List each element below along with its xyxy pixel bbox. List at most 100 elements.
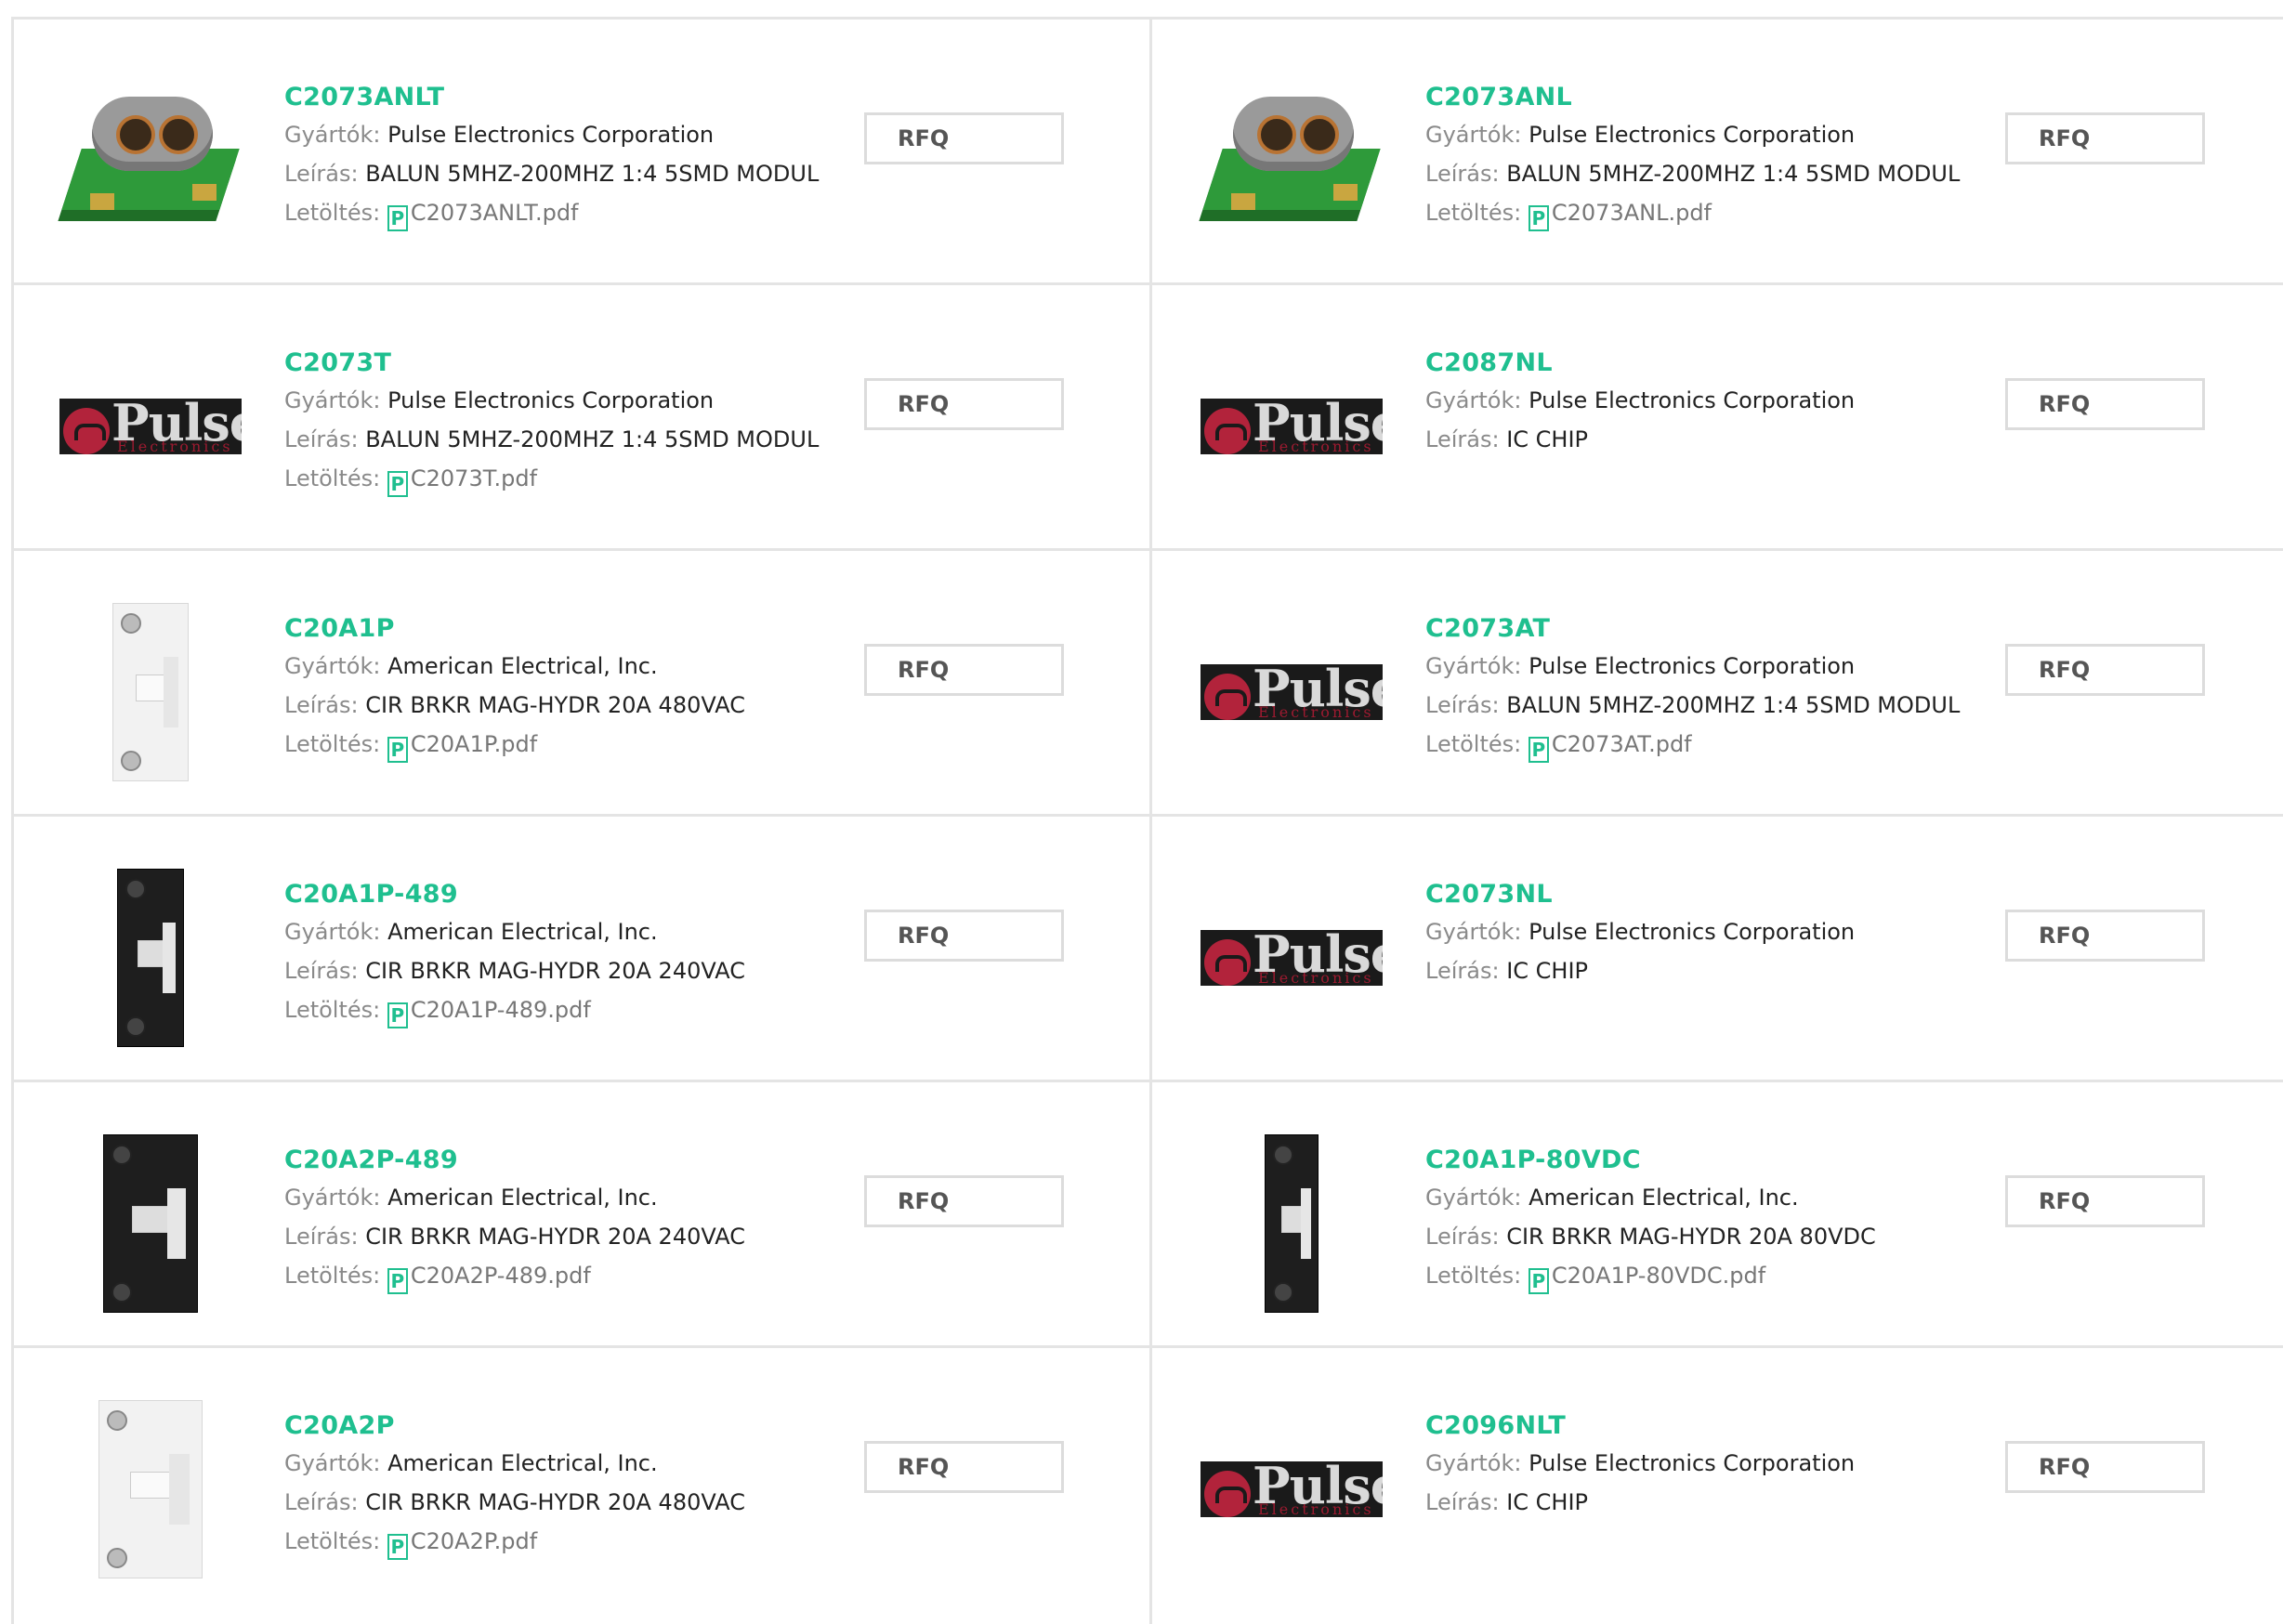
manufacturer-label: Gyártók: [284, 1450, 388, 1476]
rfq-button[interactable]: RFQ [864, 1175, 1064, 1227]
product-name-link[interactable]: C20A2P-489 [284, 1146, 458, 1174]
row-divider [11, 814, 2283, 817]
manufacturer-line: Gyártók: Pulse Electronics Corporation [1425, 919, 1855, 945]
rfq-button[interactable]: RFQ [2005, 378, 2205, 430]
datasheet-download-link[interactable]: P C2073ANLT.pdf [387, 200, 579, 231]
datasheet-download-link[interactable]: P C20A2P-489.pdf [387, 1263, 591, 1294]
description-value: CIR BRKR MAG-HYDR 20A 480VAC [365, 1489, 745, 1515]
rfq-button[interactable]: RFQ [864, 1441, 1064, 1493]
product-name-link[interactable]: C2087NL [1425, 348, 1553, 377]
manufacturer-value: Pulse Electronics Corporation [387, 387, 715, 413]
download-line: Letöltés: P C2073ANLT.pdf [284, 200, 579, 231]
description-value: BALUN 5MHZ-200MHZ 1:4 5SMD MODUL [365, 426, 820, 452]
description-value: BALUN 5MHZ-200MHZ 1:4 5SMD MODUL [1506, 161, 1961, 187]
description-label: Leírás: [284, 1224, 366, 1250]
manufacturer-value: Pulse Electronics Corporation [387, 122, 715, 148]
product-thumbnail[interactable] [1199, 1131, 1384, 1316]
description-line: Leírás: BALUN 5MHZ-200MHZ 1:4 5SMD MODUL [1425, 692, 1960, 718]
datasheet-filename: C20A2P.pdf [410, 1528, 538, 1554]
download-label: Letöltés: [1425, 731, 1529, 757]
datasheet-filename: C2073ANL.pdf [1551, 200, 1712, 226]
manufacturer-line: Gyártók: Pulse Electronics Corporation [1425, 1450, 1855, 1476]
product-name-link[interactable]: C20A1P [284, 614, 395, 643]
balun-part [1257, 115, 1296, 154]
product-thumbnail[interactable]: PulseElectronics [58, 334, 243, 519]
product-thumbnail[interactable] [58, 68, 243, 254]
rfq-button[interactable]: RFQ [864, 378, 1064, 430]
manufacturer-label: Gyártók: [284, 919, 388, 945]
product-thumbnail[interactable] [58, 1131, 243, 1316]
product-name-link[interactable]: C20A2P [284, 1411, 395, 1440]
manufacturer-label: Gyártók: [1425, 122, 1529, 148]
breaker-terminal [121, 613, 141, 634]
description-line: Leírás: CIR BRKR MAG-HYDR 20A 240VAC [284, 1224, 745, 1250]
manufacturer-line: Gyártók: American Electrical, Inc. [1425, 1185, 1799, 1211]
product-name-link[interactable]: C2073ANLT [284, 83, 444, 111]
rfq-button[interactable]: RFQ [2005, 112, 2205, 164]
product-name-link[interactable]: C2073T [284, 348, 391, 377]
download-line: Letöltés: P C20A2P.pdf [284, 1528, 537, 1560]
manufacturer-line: Gyártók: Pulse Electronics Corporation [284, 387, 714, 413]
product-thumbnail[interactable]: PulseElectronics [1199, 334, 1384, 519]
product-thumbnail[interactable] [1199, 68, 1384, 254]
rfq-button[interactable]: RFQ [864, 112, 1064, 164]
description-label: Leírás: [1425, 426, 1507, 452]
product-name-link[interactable]: C2073NL [1425, 880, 1553, 909]
datasheet-download-link[interactable]: P C2073AT.pdf [1528, 731, 1692, 763]
manufacturer-value: American Electrical, Inc. [1529, 1185, 1799, 1211]
download-label: Letöltés: [1425, 1263, 1529, 1289]
download-line: Letöltés: P C20A1P-489.pdf [284, 997, 591, 1028]
logo-subtext: Electronics [1258, 438, 1374, 454]
product-name-link[interactable]: C20A1P-489 [284, 880, 458, 909]
datasheet-download-link[interactable]: P C20A1P.pdf [387, 731, 537, 763]
manufacturer-label: Gyártók: [284, 653, 388, 679]
product-card: C20A1P-489 Gyártók: American Electrical, … [11, 817, 1149, 1080]
datasheet-download-link[interactable]: P C2073T.pdf [387, 465, 537, 497]
product-thumbnail[interactable]: PulseElectronics [1199, 1396, 1384, 1582]
rfq-button[interactable]: RFQ [2005, 910, 2205, 962]
rfq-button[interactable]: RFQ [2005, 1175, 2205, 1227]
datasheet-download-link[interactable]: P C20A1P-489.pdf [387, 997, 591, 1028]
download-label: Letöltés: [284, 997, 387, 1023]
logo-mark [1204, 939, 1251, 986]
datasheet-download-link[interactable]: P C2073ANL.pdf [1528, 200, 1712, 231]
description-label: Leírás: [284, 692, 366, 718]
manufacturer-value: American Electrical, Inc. [387, 919, 658, 945]
breaker-terminal [112, 1145, 132, 1165]
description-line: Leírás: CIR BRKR MAG-HYDR 20A 240VAC [284, 958, 745, 984]
manufacturer-label: Gyártók: [1425, 1450, 1529, 1476]
rfq-button[interactable]: RFQ [2005, 644, 2205, 696]
rfq-button[interactable]: RFQ [864, 644, 1064, 696]
circuit-breaker-image [112, 603, 189, 781]
breaker-handle [130, 1472, 173, 1499]
pdf-icon: P [387, 471, 408, 497]
rfq-button[interactable]: RFQ [2005, 1441, 2205, 1493]
datasheet-download-link[interactable]: P C20A1P-80VDC.pdf [1528, 1263, 1765, 1294]
download-line: Letöltés: P C20A1P-80VDC.pdf [1425, 1263, 1765, 1294]
product-card: C2073ANL Gyártók: Pulse Electronics Corpo… [1152, 20, 2283, 282]
balun-part [90, 193, 114, 210]
download-label: Letöltés: [284, 1528, 387, 1554]
product-name-link[interactable]: C2073AT [1425, 614, 1550, 643]
product-name-link[interactable]: C20A1P-80VDC [1425, 1146, 1641, 1174]
breaker-terminal [125, 1016, 146, 1037]
product-card: C20A1P-80VDC Gyártók: American Electrical… [1152, 1082, 2283, 1345]
product-name-link[interactable]: C2073ANL [1425, 83, 1572, 111]
datasheet-filename: C2073AT.pdf [1551, 731, 1692, 757]
circuit-breaker-image [98, 1400, 203, 1578]
product-thumbnail[interactable] [58, 599, 243, 785]
product-thumbnail[interactable]: PulseElectronics [1199, 599, 1384, 785]
pulse-electronics-logo: PulseElectronics [1201, 1461, 1383, 1517]
download-line: Letöltés: P C2073AT.pdf [1425, 731, 1692, 763]
breaker-label [164, 657, 179, 727]
product-thumbnail[interactable] [58, 1396, 243, 1582]
product-name-link[interactable]: C2096NLT [1425, 1411, 1566, 1440]
datasheet-download-link[interactable]: P C20A2P.pdf [387, 1528, 538, 1560]
description-line: Leírás: BALUN 5MHZ-200MHZ 1:4 5SMD MODUL [1425, 161, 1960, 187]
product-thumbnail[interactable] [58, 865, 243, 1051]
rfq-button[interactable]: RFQ [864, 910, 1064, 962]
datasheet-filename: C20A1P-489.pdf [410, 997, 591, 1023]
balun-part [1300, 115, 1339, 154]
description-line: Leírás: BALUN 5MHZ-200MHZ 1:4 5SMD MODUL [284, 426, 819, 452]
product-thumbnail[interactable]: PulseElectronics [1199, 865, 1384, 1051]
